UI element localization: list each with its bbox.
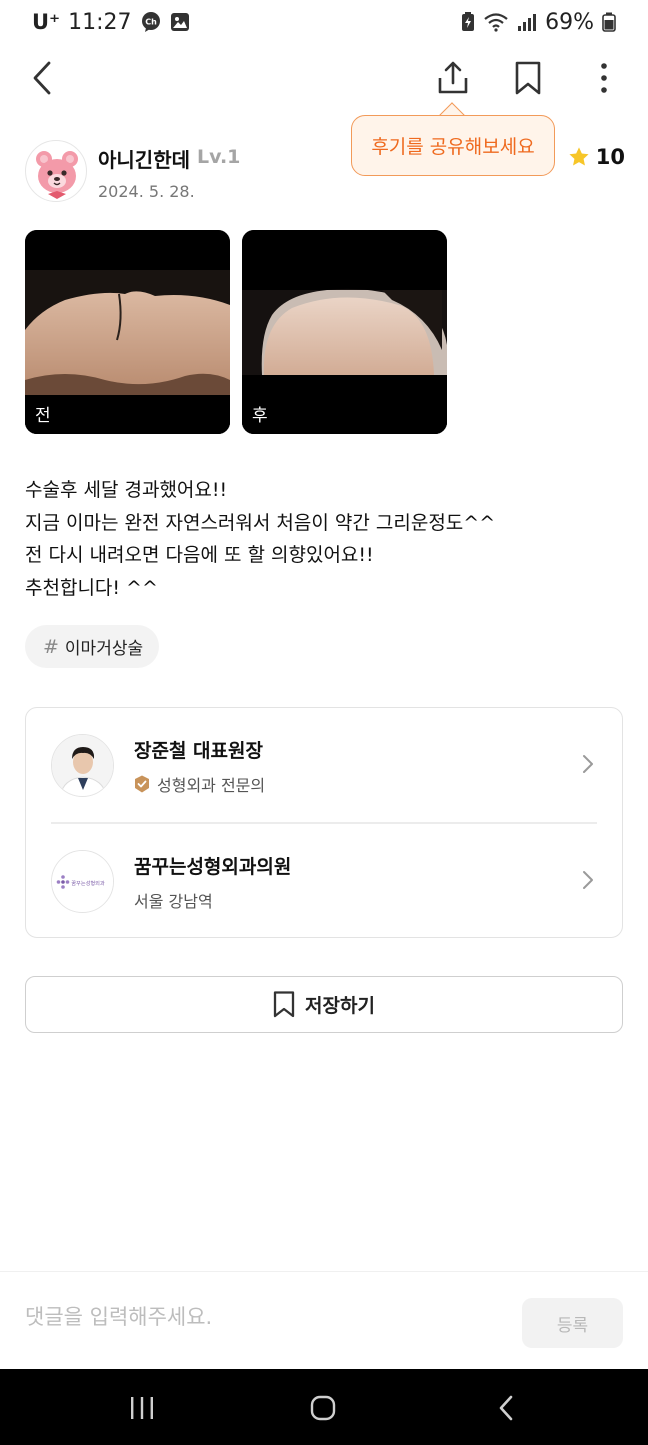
more-button[interactable]: [578, 52, 630, 104]
author-name[interactable]: 아니긴한데: [98, 144, 190, 173]
clinic-row[interactable]: 꿈꾸는성형외과 꿈꾸는성형외과의원 서울 강남역: [26, 824, 622, 938]
more-vertical-icon: [601, 63, 607, 93]
forehead-before-image: [25, 230, 230, 434]
avatar[interactable]: [25, 140, 87, 202]
clinic-logo: 꿈꾸는성형외과: [51, 850, 114, 913]
star-icon: [569, 147, 589, 166]
after-photo[interactable]: 후: [242, 230, 447, 434]
gallery-icon: [170, 12, 190, 32]
bookmark-button[interactable]: [502, 52, 554, 104]
doctor-specialty-row: 성형외과 전문의: [134, 772, 265, 796]
chat-ch-icon: Ch: [140, 11, 162, 33]
comment-bar: 등록: [0, 1271, 648, 1369]
review-line: 추천합니다! ^^: [25, 576, 158, 599]
pink-bear-avatar-icon: [36, 151, 78, 199]
review-line: 지금 이마는 완전 자연스러워서 처음이 약간 그리운정도^^: [25, 511, 496, 534]
author-level-badge: Lv.1: [197, 146, 241, 168]
save-button[interactable]: 저장하기: [25, 976, 623, 1033]
bookmark-icon: [273, 991, 295, 1018]
wifi-icon: [483, 12, 509, 32]
after-label: 후: [252, 406, 268, 426]
review-text: 수술후 세달 경과했어요!! 지금 이마는 완전 자연스러워서 처음이 약간 그…: [25, 474, 625, 604]
clinic-logo-text: 꿈꾸는성형외과: [71, 879, 105, 887]
share-icon: [438, 61, 468, 94]
home-icon: [310, 1395, 336, 1421]
carrier-label: U⁺: [32, 10, 61, 34]
save-button-label: 저장하기: [305, 995, 375, 1017]
doctor-photo-icon: [52, 735, 113, 796]
author-section: 아니긴한데 Lv.1 2024. 5. 28. 10: [25, 140, 625, 204]
doctor-avatar: [51, 734, 114, 797]
doctor-name: 장준철 대표원장: [134, 740, 263, 762]
status-time: 11:27: [68, 9, 132, 35]
chevron-right-icon: [583, 755, 593, 773]
forehead-after-image: [242, 230, 447, 434]
before-label: 전: [35, 406, 51, 426]
doctor-row[interactable]: 장준철 대표원장 성형외과 전문의: [26, 708, 622, 822]
clinic-name: 꿈꾸는성형외과의원: [134, 856, 292, 878]
recent-apps-button[interactable]: [112, 1383, 172, 1433]
system-navigation-bar: [0, 1369, 648, 1445]
rating-value: 10: [595, 145, 625, 169]
home-button[interactable]: [293, 1383, 353, 1433]
verified-badge-icon: [135, 775, 149, 793]
back-arrow-icon: [33, 61, 51, 95]
doctor-clinic-card: 장준철 대표원장 성형외과 전문의 꿈꾸는성형외과 꿈꾸는성형외과의원 서울 강…: [25, 707, 623, 938]
comment-input[interactable]: [25, 1305, 495, 1329]
svg-text:Ch: Ch: [145, 18, 157, 27]
review-line: 전 다시 내려오면 다음에 또 할 의향있어요!!: [25, 544, 374, 566]
before-photo[interactable]: 전: [25, 230, 230, 434]
comment-submit-button[interactable]: 등록: [522, 1298, 623, 1348]
status-bar: U⁺ 11:27 Ch 69%: [0, 0, 648, 44]
system-back-button[interactable]: [476, 1383, 536, 1433]
procedure-tag[interactable]: # 이마거상술: [25, 625, 160, 668]
clinic-location: 서울 강남역: [134, 892, 213, 911]
battery-percent: 69%: [545, 9, 594, 35]
chevron-right-icon: [583, 871, 593, 889]
back-button[interactable]: [17, 52, 69, 104]
review-line: 수술후 세달 경과했어요!!: [25, 479, 228, 501]
comment-submit-label: 등록: [556, 1315, 589, 1336]
recent-apps-icon: [131, 1397, 153, 1419]
clinic-location-row: 서울 강남역: [134, 888, 213, 912]
doctor-specialty: 성형외과 전문의: [157, 776, 266, 795]
rating: 10: [568, 145, 625, 169]
top-navigation: [0, 52, 648, 104]
hash-icon: #: [43, 635, 59, 658]
system-back-icon: [499, 1395, 513, 1421]
battery-saver-icon: [461, 12, 475, 32]
battery-icon: [602, 12, 616, 32]
signal-icon: [517, 12, 537, 32]
tag-label: 이마거상술: [64, 639, 144, 659]
share-button[interactable]: [427, 52, 479, 104]
post-date: 2024. 5. 28.: [98, 182, 195, 201]
bookmark-icon: [515, 61, 541, 95]
